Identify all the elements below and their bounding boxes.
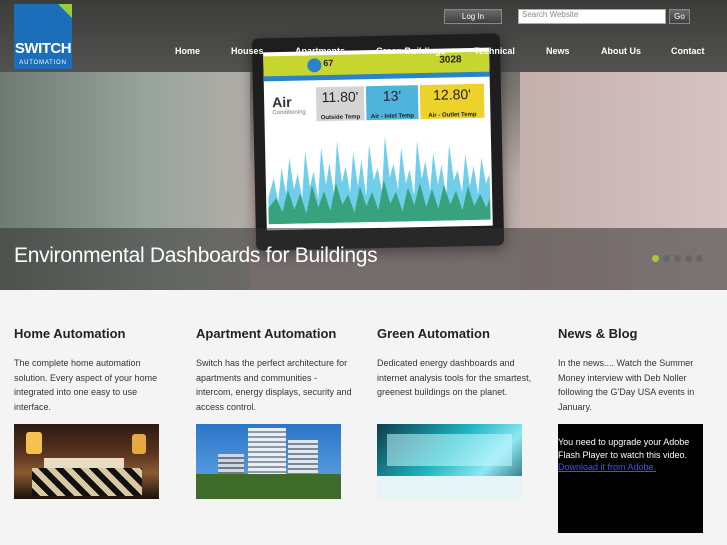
dashboard-temp: 67 [323,57,334,69]
slider-dot[interactable] [663,255,670,262]
nav-item-technical[interactable]: Technical [474,46,515,56]
logo-text: SWITCH [14,40,72,57]
flash-download-link[interactable]: Download it from Adobe. [558,461,703,474]
slider-dot[interactable] [685,255,692,262]
search-go-button[interactable]: Go [669,9,690,24]
nav-item-houses[interactable]: Houses [231,46,264,56]
nav-item-contact[interactable]: Contact [671,46,705,56]
rug-shape [32,468,142,496]
nav-item-about-us[interactable]: About Us [601,46,641,56]
tile-value: 13' [382,87,402,104]
search-input[interactable]: Search Website [518,9,666,24]
column-title[interactable]: Apartment Automation [196,326,356,356]
nav-item-home[interactable]: Home [175,46,200,56]
nav-item-green-buildings[interactable]: Green Buildings [376,46,446,56]
slider-dot[interactable] [674,255,681,262]
column-title[interactable]: Green Automation [377,326,537,356]
dashboard-system-sub: Conditioning [272,109,306,117]
column-home-automation: Home Automation The complete home automa… [14,326,174,499]
flash-video-player[interactable]: You need to upgrade your Adobe Flash Pla… [558,424,703,533]
dashboard-screen: 67 3028 Air Conditioning 11.80' Outside … [263,47,493,231]
tile-value: 12.80' [432,86,472,103]
logo-subtext: AUTOMATION [19,60,67,66]
tile-label: Air - Inlet Temp [370,113,415,121]
column-text: Switch has the perfect architecture for … [196,358,352,412]
column-title[interactable]: Home Automation [14,326,174,356]
home-automation-image[interactable] [14,424,159,499]
column-green-automation: Green Automation Dedicated energy dashbo… [377,326,537,499]
column-title[interactable]: News & Blog [558,326,718,356]
dashboard-system-label: Air [271,93,292,111]
window-shape [387,434,512,466]
desk-shape [377,476,522,499]
logo-corner-icon [58,4,72,18]
tile-label: Air - Outlet Temp [428,111,477,119]
dashboard-tile: 13' Air - Inlet Temp [365,85,419,121]
nav-item-apartments[interactable]: Apartments [295,46,345,56]
slider-dot[interactable] [652,255,659,262]
nav-item-news[interactable]: News [546,46,570,56]
switch-logo[interactable]: SWITCH AUTOMATION [14,4,72,69]
column-text: The complete home automation solution. E… [14,358,158,412]
column-news-blog: News & Blog In the news.... Watch the Su… [558,326,718,533]
dashboard-monitor: 67 3028 Air Conditioning 11.80' Outside … [251,33,505,251]
hero-caption-bar: Environmental Dashboards for Buildings [0,228,727,290]
column-text: Dedicated energy dashboards and internet… [377,358,532,397]
lamp-shape [26,432,42,454]
flash-message: You need to upgrade your Adobe Flash Pla… [558,437,690,460]
dashboard-tile: 11.80' Outside Temp [315,86,365,122]
dashboard-waveform [268,135,491,225]
dashboard-tile: 12.80' Air - Outlet Temp [419,83,485,120]
green-automation-image[interactable] [377,424,522,499]
trees-shape [196,474,341,499]
column-text: In the news.... Watch the Summer Money i… [558,358,695,412]
tile-label: Outside Temp [320,114,361,122]
hero-caption: Environmental Dashboards for Buildings [14,244,378,267]
tile-value: 11.80' [321,88,359,106]
apartment-automation-image[interactable] [196,424,341,499]
login-button[interactable]: Log In [444,9,502,24]
slider-dots [652,255,703,262]
column-apartment-automation: Apartment Automation Switch has the perf… [196,326,356,499]
slider-dot[interactable] [696,255,703,262]
lamp-shape [132,434,146,454]
